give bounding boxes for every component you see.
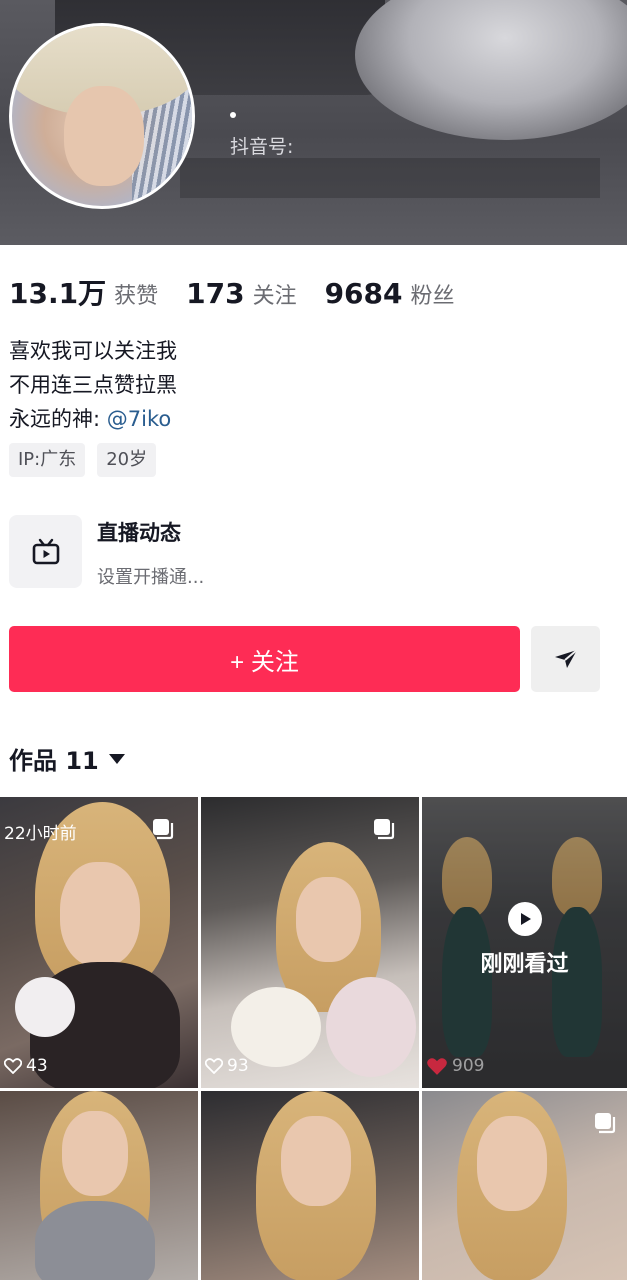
cake [231,987,321,1067]
bio-line: 喜欢我可以关注我 [9,339,177,363]
following-count[interactable]: 173 [186,277,244,310]
follow-button[interactable]: + 关注 [9,626,520,692]
video-thumbnail[interactable]: 刚刚看过 909 [422,797,627,1088]
works-tab[interactable]: 作品 11 [9,741,125,776]
live-title: 直播动态 [97,521,181,545]
bio: 喜欢我可以关注我 不用连三点赞拉黑 永远的神: @7iko [9,334,177,436]
bio-line: 不用连三点赞拉黑 [9,373,177,397]
ip-location-tag: IP:广东 [9,443,86,477]
like-count-value: 909 [452,1056,485,1076]
video-thumbnail[interactable]: 93 [201,797,419,1088]
like-count: 93 [205,1056,249,1076]
like-count-value: 93 [227,1056,249,1076]
plush-toy [15,977,75,1037]
recently-watched-overlay: 刚刚看过 [422,902,627,978]
heart-outline-icon [205,1058,223,1074]
works-label: 作品 11 [9,747,99,775]
video-thumbnail[interactable]: 22小时前 43 [0,797,198,1088]
like-count: 43 [4,1056,48,1076]
followers-count[interactable]: 9684 [325,277,403,310]
profile-stats: 13.1万 获赞 173 关注 9684 粉丝 [9,272,483,312]
live-activity[interactable]: 直播动态 设置开播通... [9,515,609,590]
video-grid: 22小时前 43 93 刚刚看过 909 [0,797,627,1280]
multi-image-icon [374,819,395,840]
post-time: 22小时前 [4,824,77,844]
like-count: 909 [426,1056,484,1076]
age-tag: 20岁 [97,443,157,477]
share-button[interactable] [531,626,600,692]
following-label[interactable]: 关注 [253,278,297,310]
cover-shade [180,158,600,198]
bio-line: 永远的神: @7iko [9,402,177,436]
multi-image-icon [595,1113,616,1134]
multi-image-icon [153,819,174,840]
avatar[interactable] [9,23,195,209]
live-icon-box [9,515,82,588]
profile-tags: IP:广东 20岁 [9,443,168,477]
status-dot [230,112,236,118]
recently-watched-label: 刚刚看过 [480,952,569,977]
video-thumbnail[interactable] [0,1091,198,1280]
heart-filled-icon [427,1057,447,1075]
cover-cat [355,0,627,140]
bio-line-prefix: 永远的神: [9,407,101,431]
live-subtitle: 设置开播通... [97,567,205,588]
heart-outline-icon [4,1058,22,1074]
tv-play-icon [32,538,59,564]
play-icon [507,902,542,936]
send-icon [554,649,578,668]
video-thumbnail[interactable] [201,1091,419,1280]
likes-label[interactable]: 获赞 [114,278,158,310]
caret-down-icon [108,753,125,764]
mention-link[interactable]: @7iko [107,407,171,431]
video-thumbnail[interactable] [422,1091,627,1280]
followers-label[interactable]: 粉丝 [411,278,455,310]
like-count-value: 43 [26,1056,48,1076]
douyin-id-label: 抖音号: [230,136,294,158]
likes-count[interactable]: 13.1万 [9,272,106,312]
bouquet [326,977,416,1077]
